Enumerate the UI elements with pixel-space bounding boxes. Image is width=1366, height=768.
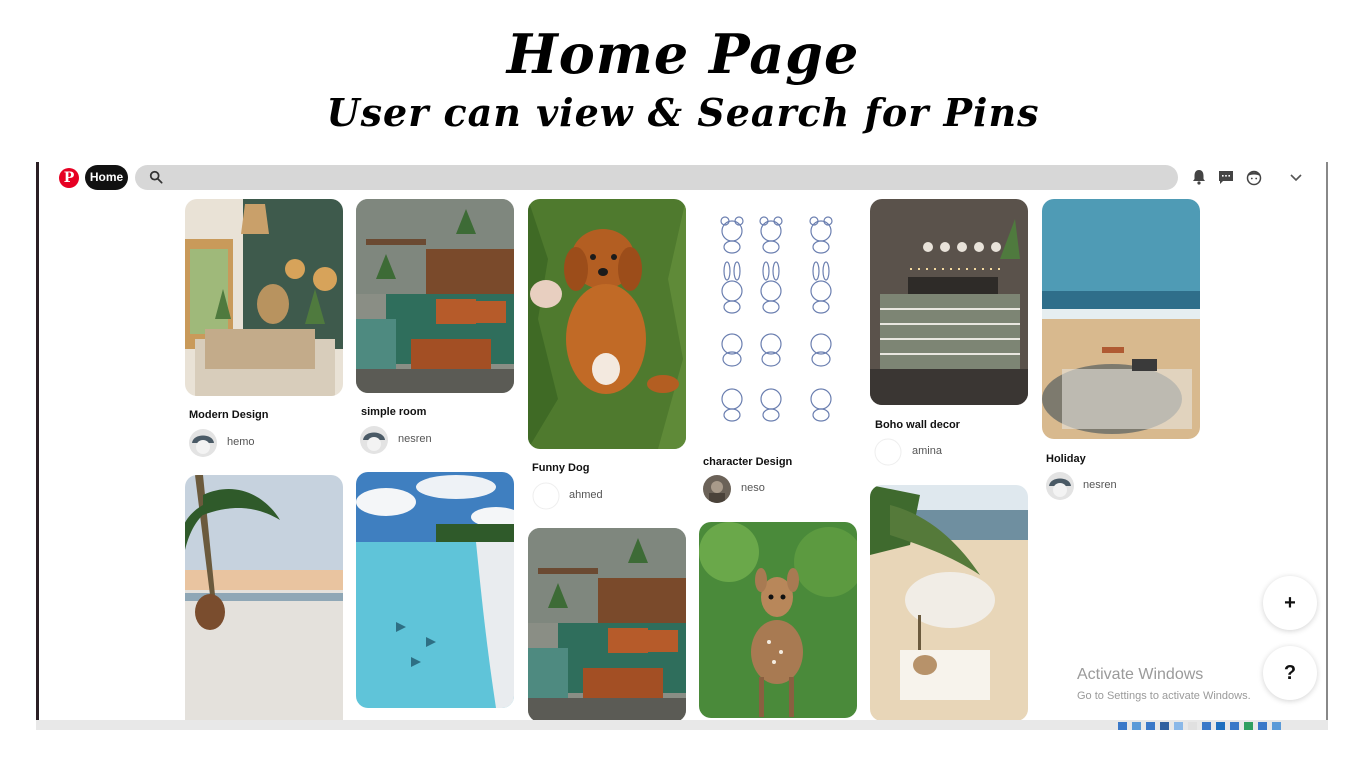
system-tray-icons	[1118, 722, 1281, 730]
avatar[interactable]	[874, 438, 902, 466]
search-input[interactable]	[171, 165, 1161, 190]
slide-subtitle: User can view & Search for Pins	[326, 90, 1040, 135]
pin-card-funny-dog[interactable]	[528, 199, 686, 449]
avatar[interactable]	[360, 426, 388, 454]
pin-title: Boho wall decor	[875, 419, 960, 431]
pin-card[interactable]	[528, 528, 686, 722]
help-button[interactable]: ?	[1263, 646, 1317, 700]
slide-title: Home Page	[506, 22, 860, 86]
home-button[interactable]: Home	[85, 165, 128, 190]
pin-title: Holiday	[1046, 453, 1086, 465]
pin-username[interactable]: nesren	[1083, 479, 1117, 491]
pin-image	[870, 485, 1028, 721]
slide: Home Page User can view & Search for Pin…	[0, 0, 1366, 768]
pin-title: character Design	[703, 456, 793, 468]
pin-username[interactable]: nesren	[398, 433, 432, 445]
pin-image	[699, 522, 857, 718]
top-navigation-bar: P Home	[39, 162, 1328, 194]
pin-card-character-design[interactable]	[699, 199, 857, 442]
pin-username[interactable]: neso	[741, 482, 765, 494]
pin-image	[356, 199, 514, 393]
activation-watermark-subtitle: Go to Settings to activate Windows.	[1077, 690, 1251, 702]
pin-image	[528, 528, 686, 722]
pin-image	[1042, 199, 1200, 439]
pin-card-simple-room[interactable]	[356, 199, 514, 393]
profile-icon[interactable]	[1245, 168, 1263, 186]
activation-watermark-title: Activate Windows	[1077, 666, 1204, 683]
pin-card-holiday[interactable]	[1042, 199, 1200, 439]
chevron-down-icon[interactable]	[1287, 168, 1305, 186]
screen-edge	[1326, 162, 1328, 728]
pin-title: simple room	[361, 406, 427, 418]
message-icon[interactable]	[1217, 168, 1235, 186]
pin-card-boho-wall-decor[interactable]	[870, 199, 1028, 405]
pin-card-modern-design[interactable]	[185, 199, 343, 396]
pin-title: Funny Dog	[532, 462, 590, 474]
pin-title: Modern Design	[189, 409, 269, 421]
avatar[interactable]	[703, 475, 731, 503]
avatar[interactable]	[189, 429, 217, 457]
pin-image	[699, 199, 857, 442]
pin-username[interactable]: ahmed	[569, 489, 603, 501]
pin-image	[870, 199, 1028, 405]
avatar[interactable]	[1046, 472, 1074, 500]
pin-image	[528, 199, 686, 449]
pin-card[interactable]	[356, 472, 514, 708]
pin-image	[185, 475, 343, 728]
pin-card[interactable]	[699, 522, 857, 718]
add-pin-button[interactable]: +	[1263, 576, 1317, 630]
avatar[interactable]	[532, 482, 560, 510]
app-screen: P Home Modern Design hemo simple room ne…	[36, 162, 1328, 728]
search-bar[interactable]	[135, 165, 1178, 190]
pin-image	[185, 199, 343, 396]
search-icon	[149, 170, 163, 184]
pin-username[interactable]: amina	[912, 445, 942, 457]
pinterest-logo-icon[interactable]: P	[59, 168, 79, 188]
pin-card[interactable]	[185, 475, 343, 728]
pin-card[interactable]	[870, 485, 1028, 721]
pin-image	[356, 472, 514, 708]
bell-icon[interactable]	[1190, 168, 1208, 186]
pin-username[interactable]: hemo	[227, 436, 255, 448]
